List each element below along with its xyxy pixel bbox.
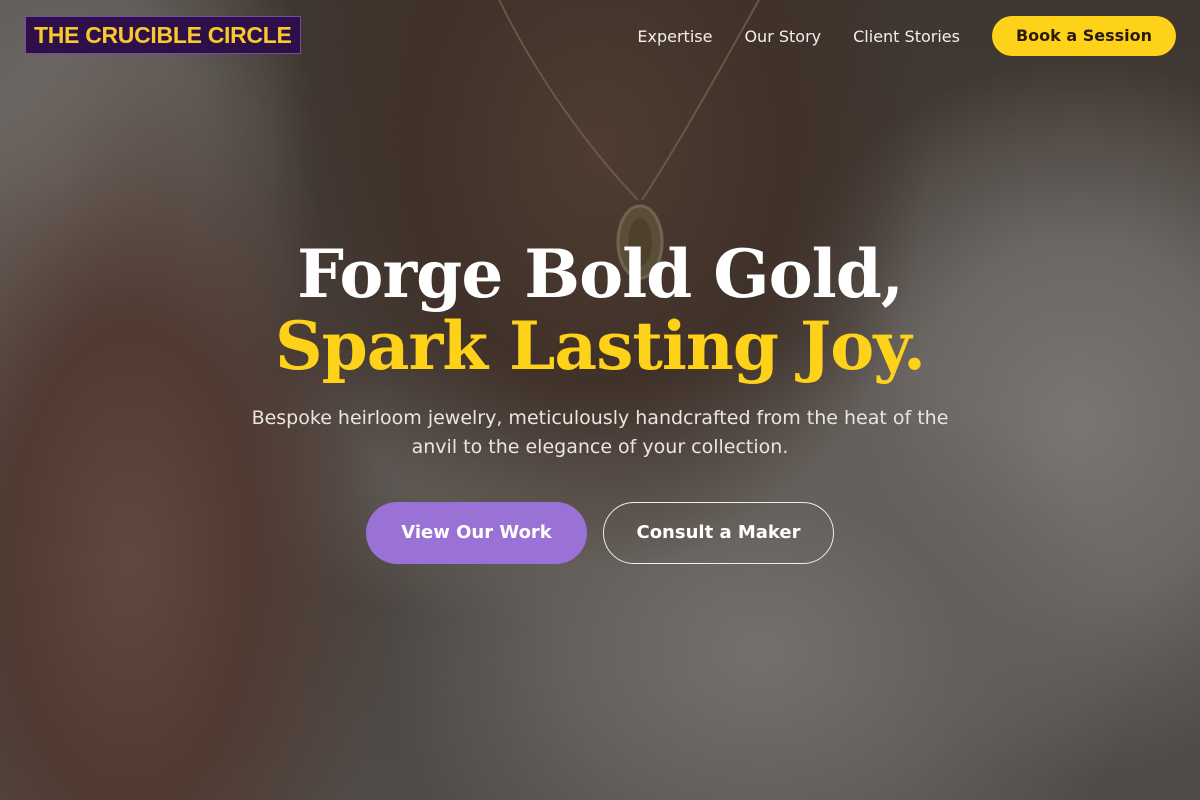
nav-link-our-story[interactable]: Our Story [744,27,821,46]
hero-content: Forge Bold Gold, Spark Lasting Joy. Besp… [0,238,1200,564]
nav-link-client-stories[interactable]: Client Stories [853,27,960,46]
hero-subheadline: Bespoke heirloom jewelry, meticulously h… [251,407,949,458]
headline-line-1: Forge Bold Gold, [297,235,904,313]
headline-line-2: Spark Lasting Joy. [274,307,926,385]
view-our-work-button[interactable]: View Our Work [366,502,587,564]
nav-link-expertise[interactable]: Expertise [637,27,712,46]
hero-buttons: View Our Work Consult a Maker [0,502,1200,564]
site-header: THE CRUCIBLE CIRCLE Expertise Our Story … [0,0,1200,72]
hero-section: THE CRUCIBLE CIRCLE Expertise Our Story … [0,0,1200,800]
brand-logo[interactable]: THE CRUCIBLE CIRCLE [25,16,301,54]
hero-headline: Forge Bold Gold, Spark Lasting Joy. [0,238,1200,382]
main-nav: Expertise Our Story Client Stories Book … [637,16,1176,56]
consult-a-maker-button[interactable]: Consult a Maker [603,502,834,564]
book-session-button[interactable]: Book a Session [991,16,1176,56]
